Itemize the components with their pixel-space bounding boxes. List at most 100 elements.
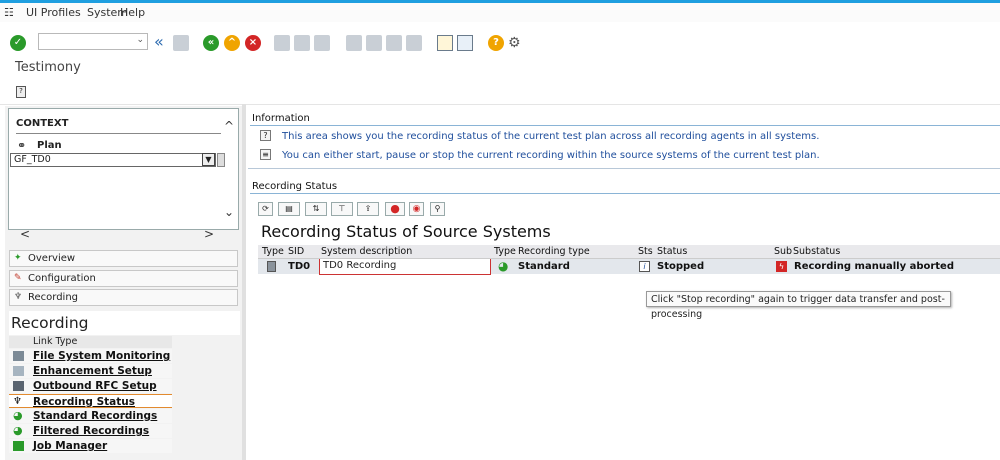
stop-recording-icon[interactable]: ◉ bbox=[409, 202, 424, 216]
recording-icon: ◕ bbox=[13, 424, 23, 437]
info-line-1: This area shows you the recording status… bbox=[282, 131, 820, 142]
link-label: Standard Recordings bbox=[33, 410, 158, 422]
plan-input[interactable]: GF_TD0 bbox=[10, 153, 216, 167]
plan-value-help-button[interactable] bbox=[217, 153, 225, 167]
job-icon bbox=[13, 441, 24, 451]
cell-substatus: Recording manually aborted bbox=[794, 261, 954, 272]
monitor-icon bbox=[13, 351, 24, 361]
sort-icon[interactable]: ⇅ bbox=[305, 202, 327, 216]
context-box: CONTEXT ⚭ Plan GF_TD0 ▼ ^ ⌄ bbox=[8, 108, 239, 230]
col-system-description[interactable]: System description bbox=[321, 246, 412, 257]
help-icon[interactable]: ? bbox=[488, 35, 504, 51]
cell-recording-type: Standard bbox=[518, 261, 570, 272]
nav-overview-label: Overview bbox=[28, 253, 76, 264]
back-icon[interactable]: « bbox=[154, 34, 170, 51]
scroll-right-icon[interactable]: > bbox=[204, 227, 214, 241]
command-field[interactable]: ⌄ bbox=[38, 33, 148, 50]
nav-overview[interactable]: ✦ Overview bbox=[9, 250, 238, 267]
divider bbox=[248, 168, 1000, 169]
divider bbox=[16, 133, 221, 134]
cell-sid: TD0 bbox=[288, 261, 311, 272]
start-recording-icon[interactable]: ● bbox=[385, 202, 405, 216]
title-bar: Testimony bbox=[0, 58, 1000, 78]
col-sts[interactable]: Sts bbox=[638, 246, 653, 257]
info-status-icon: i bbox=[639, 261, 650, 272]
find-icon[interactable] bbox=[294, 35, 310, 51]
link-label: Enhancement Setup bbox=[33, 365, 152, 377]
link-recording-status[interactable]: ♆ Recording Status bbox=[9, 394, 172, 408]
col-type-2[interactable]: Type bbox=[494, 246, 516, 257]
recording-header: Recording bbox=[9, 311, 240, 335]
refresh-icon[interactable]: ⟳ bbox=[258, 202, 273, 216]
find-next-icon[interactable] bbox=[314, 35, 330, 51]
recording-icon: ◕ bbox=[13, 409, 23, 422]
link-outbound-rfc-setup[interactable]: Outbound RFC Setup bbox=[9, 379, 172, 393]
microphone-icon: ♆ bbox=[14, 292, 23, 302]
divider bbox=[250, 193, 1000, 194]
link-standard-recordings[interactable]: ◕ Standard Recordings bbox=[9, 409, 172, 423]
recording-status-label: Recording Status bbox=[252, 181, 338, 192]
recording-icon: ◕ bbox=[498, 259, 509, 273]
chevron-down-icon[interactable]: ⌄ bbox=[136, 35, 144, 45]
link-label: Filtered Recordings bbox=[33, 425, 150, 437]
scroll-left-icon[interactable]: < bbox=[20, 227, 30, 241]
cancel-icon[interactable]: × bbox=[245, 35, 261, 51]
horizontal-scrollbar[interactable]: < > bbox=[8, 227, 237, 242]
nav-recording[interactable]: ♆ Recording bbox=[9, 289, 238, 306]
cell-system-description: TD0 Recording bbox=[323, 260, 397, 271]
scroll-down-icon[interactable]: ⌄ bbox=[224, 205, 234, 219]
document-icon[interactable]: ? bbox=[16, 86, 26, 98]
link-job-manager[interactable]: Job Manager bbox=[9, 439, 172, 453]
previous-page-icon[interactable] bbox=[366, 35, 382, 51]
cell-status: Stopped bbox=[657, 261, 705, 272]
col-type[interactable]: Type bbox=[262, 246, 284, 257]
enter-icon[interactable]: ✓ bbox=[10, 35, 26, 51]
filter-icon[interactable]: ⊤ bbox=[331, 202, 353, 216]
export-icon[interactable]: ⇪ bbox=[357, 202, 379, 216]
plan-dropdown-icon[interactable]: ▼ bbox=[202, 153, 215, 166]
configuration-icon: ✎ bbox=[14, 273, 22, 283]
nav-configuration[interactable]: ✎ Configuration bbox=[9, 270, 238, 287]
rfc-icon bbox=[13, 381, 24, 391]
next-page-icon[interactable] bbox=[386, 35, 402, 51]
plan-icon: ⚭ bbox=[17, 139, 27, 152]
menu-ui-profiles[interactable]: UI Profiles bbox=[26, 6, 81, 19]
nav-recording-label: Recording bbox=[28, 292, 79, 303]
grid-header: Type SID System description Type Recordi… bbox=[258, 245, 1000, 259]
info-line-2: You can either start, pause or stop the … bbox=[282, 150, 820, 161]
col-sub[interactable]: Sub bbox=[774, 246, 792, 257]
new-session-icon[interactable] bbox=[437, 35, 453, 51]
scroll-up-icon[interactable]: ^ bbox=[224, 119, 234, 133]
system-type-icon bbox=[267, 261, 276, 272]
back-green-icon[interactable]: « bbox=[203, 35, 219, 51]
zoom-icon[interactable]: ⚲ bbox=[430, 202, 445, 216]
settings-gear-icon[interactable]: ⚙ bbox=[508, 35, 524, 51]
link-filtered-recordings[interactable]: ◕ Filtered Recordings bbox=[9, 424, 172, 438]
first-page-icon[interactable] bbox=[346, 35, 362, 51]
col-status[interactable]: Status bbox=[657, 246, 687, 257]
menu-icon[interactable]: ☷ bbox=[4, 6, 14, 19]
col-sid[interactable]: SID bbox=[288, 246, 304, 257]
menu-help[interactable]: Help bbox=[120, 6, 145, 19]
save-icon[interactable] bbox=[173, 35, 189, 51]
exit-icon[interactable]: ^ bbox=[224, 35, 240, 51]
shortcut-icon[interactable] bbox=[457, 35, 473, 51]
plan-label: Plan bbox=[37, 140, 62, 151]
details-icon[interactable]: ▤ bbox=[278, 202, 300, 216]
list-icon: ≡ bbox=[260, 149, 271, 160]
link-label: File System Monitoring bbox=[33, 350, 171, 362]
last-page-icon[interactable] bbox=[406, 35, 422, 51]
grid-title: Recording Status of Source Systems bbox=[261, 222, 551, 241]
col-substatus[interactable]: Substatus bbox=[793, 246, 840, 257]
print-icon[interactable] bbox=[274, 35, 290, 51]
information-label: Information bbox=[252, 113, 310, 124]
col-recording-type[interactable]: Recording type bbox=[518, 246, 590, 257]
link-file-system-monitoring[interactable]: File System Monitoring bbox=[9, 349, 172, 363]
system-description-cell[interactable]: TD0 Recording bbox=[319, 259, 491, 275]
link-enhancement-setup[interactable]: Enhancement Setup bbox=[9, 364, 172, 378]
overview-icon: ✦ bbox=[14, 253, 22, 263]
link-label: Outbound RFC Setup bbox=[33, 380, 157, 392]
splitter[interactable] bbox=[242, 104, 246, 460]
link-type-header: Link Type bbox=[9, 336, 172, 348]
link-label: Job Manager bbox=[33, 440, 108, 452]
